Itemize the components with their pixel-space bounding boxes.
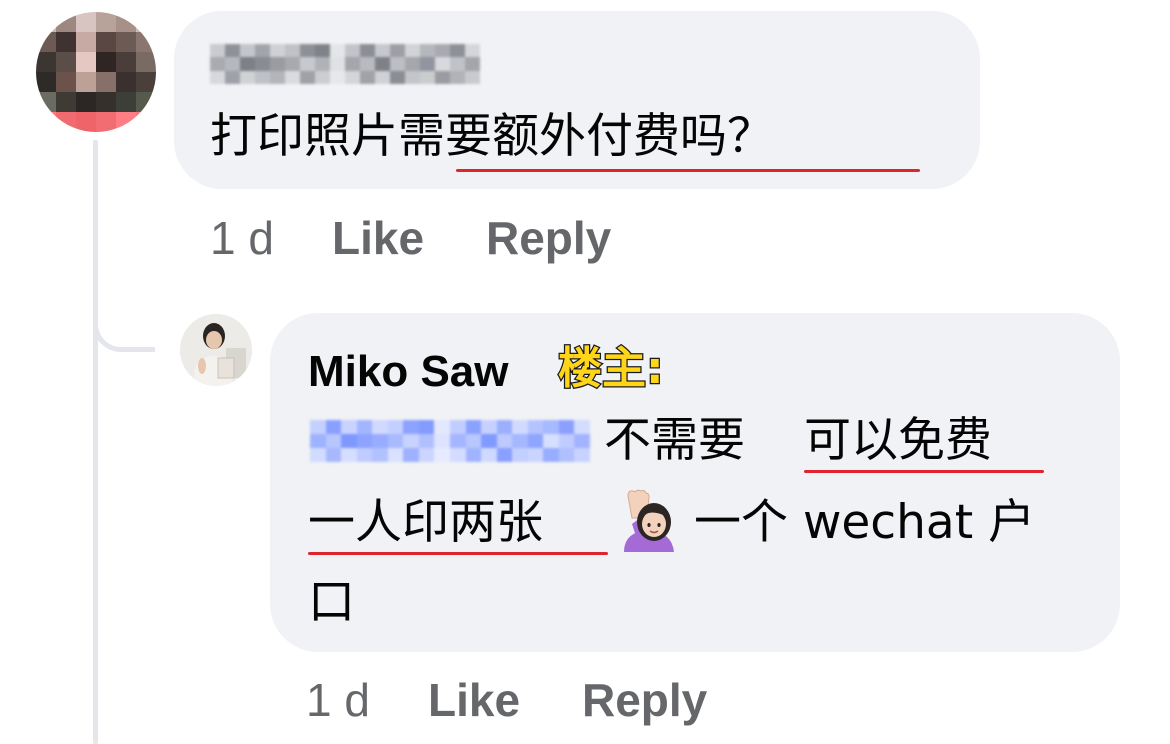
person-photo-icon: [180, 314, 252, 386]
reply-text-segment: 一个 wechat 户: [694, 495, 1036, 550]
reply-like-button[interactable]: Like: [428, 672, 520, 728]
commenter-name-redacted[interactable]: [210, 44, 480, 84]
commenter-avatar[interactable]: [36, 12, 156, 132]
thread-reply-connector: [93, 300, 155, 352]
original-poster-badge: 楼主:: [557, 342, 665, 396]
thread-line: [93, 140, 98, 744]
reply-text-segment: 不需要: [604, 413, 745, 468]
comment-timestamp[interactable]: 1 d: [210, 210, 274, 266]
comment-text: 打印照片需要额外付费吗？: [210, 107, 774, 167]
comment-text-plain: 打印照片: [210, 109, 398, 164]
comment-reply-button[interactable]: Reply: [486, 210, 611, 266]
reply-author-avatar[interactable]: [180, 314, 252, 386]
raising-hand-emoji-icon: [618, 488, 678, 552]
reply-text-segment-underlined: 一人印两张: [308, 495, 543, 550]
red-underline: [456, 169, 920, 172]
reply-author-name[interactable]: Miko Saw: [308, 345, 509, 399]
mentioned-name-redacted[interactable]: [310, 420, 590, 462]
red-underline: [308, 552, 608, 555]
reply-text-segment: 口: [308, 575, 355, 630]
reply-text-segment-underlined: 可以免费: [804, 413, 992, 468]
reply-reply-button[interactable]: Reply: [582, 672, 707, 728]
comment-text-underlined: 需要额外付费吗？: [398, 109, 774, 164]
red-underline: [804, 470, 1044, 473]
reply-timestamp[interactable]: 1 d: [306, 672, 370, 728]
comment-like-button[interactable]: Like: [332, 210, 424, 266]
